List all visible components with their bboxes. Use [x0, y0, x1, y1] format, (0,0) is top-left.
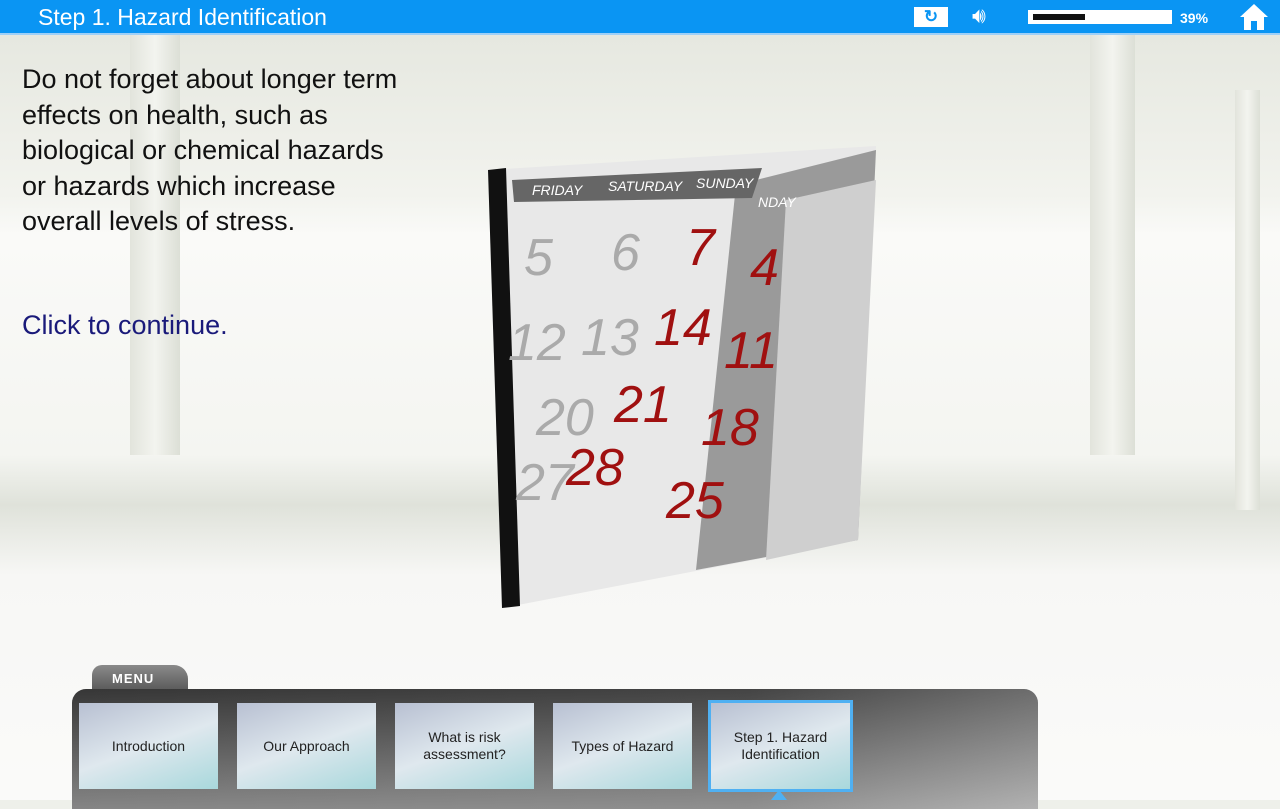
calendar-date: 4 — [750, 239, 779, 297]
calendar-day: FRIDAY — [532, 182, 584, 198]
background-pillar — [1090, 35, 1135, 455]
menu-item-what-is-risk-assessment[interactable]: What is risk assessment? — [395, 703, 534, 789]
continue-link[interactable]: Click to continue. — [22, 310, 228, 341]
calendar-date: 12 — [508, 314, 566, 372]
progress-label: 39% — [1180, 10, 1209, 26]
speaker-icon: 🔊︎ — [972, 3, 986, 28]
calendar-date: 18 — [701, 399, 759, 457]
menu-item-introduction[interactable]: Introduction — [79, 703, 218, 789]
calendar-date: 21 — [613, 376, 672, 434]
calendar-date: 25 — [665, 472, 725, 530]
page-title: Step 1. Hazard Identification — [38, 4, 327, 30]
current-item-indicator — [771, 790, 787, 800]
calendar-day: SATURDAY — [608, 178, 684, 194]
replay-icon: ↻ — [923, 7, 939, 26]
progress-bar — [1028, 10, 1172, 24]
menu-item-step1-hazard-identification[interactable]: Step 1. Hazard Identification — [708, 700, 853, 792]
calendar-date: 11 — [724, 322, 778, 380]
menu-item-our-approach[interactable]: Our Approach — [237, 703, 376, 789]
home-icon[interactable] — [1238, 2, 1270, 32]
calendar-date: 13 — [581, 309, 639, 367]
replay-button[interactable]: ↻ — [914, 7, 948, 27]
body-text: Do not forget about longer term effects … — [22, 64, 398, 236]
calendar-date: 6 — [611, 224, 640, 282]
top-bar: Step 1. Hazard Identification ↻ 🔊︎ 39% — [0, 0, 1280, 35]
calendar-day: SUNDAY — [696, 175, 755, 191]
calendar-image: FRIDAY SATURDAY SUNDAY NDAY 5 6 7 12 13 … — [488, 146, 876, 608]
progress-fill — [1033, 14, 1086, 20]
calendar-date: 14 — [654, 299, 712, 357]
background-pillar — [1235, 90, 1260, 510]
calendar-tab: NDAY — [758, 194, 798, 210]
calendar-date: 28 — [565, 439, 624, 497]
calendar-date: 5 — [524, 229, 554, 287]
calendar-date: 7 — [686, 219, 717, 277]
sound-button[interactable]: 🔊︎ — [972, 3, 986, 29]
menu-item-types-of-hazard[interactable]: Types of Hazard — [553, 703, 692, 789]
